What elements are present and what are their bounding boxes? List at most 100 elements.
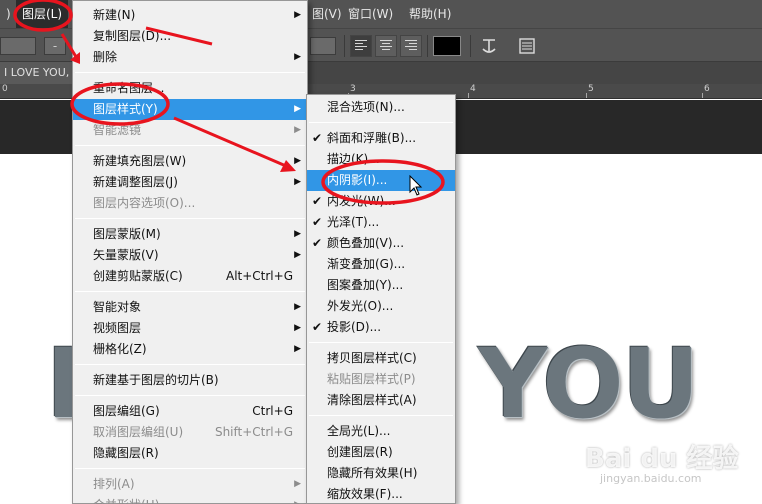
submenu-arrow-icon: ▶ <box>294 52 301 62</box>
menu-separator <box>75 72 305 73</box>
check-icon: ✔ <box>312 215 323 229</box>
menu-item-shortcut: Ctrl+G <box>252 404 293 418</box>
menu-item[interactable]: 描边(K)... <box>307 149 455 170</box>
menu-item[interactable]: 删除 ▶ <box>73 47 307 68</box>
baidu-watermark: Bai du 经验 <box>585 444 739 474</box>
submenu-arrow-icon: ▶ <box>294 229 301 239</box>
menu-item-label: 新建(N) <box>93 8 136 22</box>
menu-item-label: 创建剪贴蒙版(C) <box>93 269 183 283</box>
check-icon: ✔ <box>312 236 323 250</box>
menu-item-label: 图层内容选项(O)... <box>93 196 196 210</box>
menu-item-label: 排列(A) <box>93 477 135 491</box>
menu-window[interactable]: 窗口(W) <box>342 0 399 28</box>
menu-item[interactable]: ✔ 光泽(T)... <box>307 212 455 233</box>
submenu-arrow-icon: ▶ <box>294 302 301 312</box>
menu-item[interactable]: 内阴影(I)... <box>307 170 455 191</box>
submenu-arrow-icon: ▶ <box>294 125 301 135</box>
menu-item-label: 隐藏图层(R) <box>93 446 159 460</box>
ruler-tick <box>468 93 469 98</box>
menu-item-label: 投影(D)... <box>327 320 382 334</box>
menu-item[interactable]: 全局光(L)... <box>307 421 455 442</box>
menu-item[interactable]: 缩放效果(F)... <box>307 484 455 504</box>
align-left-icon <box>355 40 367 52</box>
submenu-arrow-icon: ▶ <box>294 10 301 20</box>
menu-separator <box>75 218 305 219</box>
submenu-arrow-icon: ▶ <box>294 495 301 504</box>
menu-item[interactable]: 隐藏所有效果(H) <box>307 463 455 484</box>
align-right-icon <box>405 40 417 52</box>
align-right-button[interactable] <box>400 35 422 57</box>
ruler-tick <box>702 93 703 98</box>
menu-item-shortcut: Shift+Ctrl+G <box>214 425 293 439</box>
font-family-field[interactable] <box>0 37 36 55</box>
menu-item-label: 渐变叠加(G)... <box>327 257 406 271</box>
character-panel-icon[interactable] <box>516 35 538 57</box>
menu-item[interactable]: 矢量蒙版(V) ▶ <box>73 245 307 266</box>
menu-item[interactable]: 新建基于图层的切片(B) <box>73 370 307 391</box>
menu-item[interactable]: 清除图层样式(A) <box>307 390 455 411</box>
align-center-icon <box>380 40 392 52</box>
menu-item[interactable]: 拷贝图层样式(C) <box>307 348 455 369</box>
ruler-number: 5 <box>588 84 594 94</box>
font-style-field[interactable]: - <box>44 37 66 55</box>
menu-item[interactable]: 图层样式(Y) ▶ <box>73 99 307 120</box>
menu-item[interactable]: 隐藏图层(R) <box>73 443 307 464</box>
ruler-tick <box>586 93 587 98</box>
document-tab[interactable]: I LOVE YOU, <box>0 62 72 84</box>
menu-item-label: 拷贝图层样式(C) <box>327 351 417 365</box>
menu-item-label: 描边(K)... <box>327 152 380 166</box>
ruler-number: 4 <box>470 84 476 94</box>
menu-item[interactable]: 新建调整图层(J) ▶ <box>73 172 307 193</box>
menu-item[interactable]: ✔ 投影(D)... <box>307 317 455 338</box>
align-left-button[interactable] <box>350 35 372 57</box>
menu-item-label: 颜色叠加(V)... <box>327 236 405 250</box>
submenu-arrow-icon: ▶ <box>294 344 301 354</box>
menu-item[interactable]: 渐变叠加(G)... <box>307 254 455 275</box>
menu-item-label: 新建填充图层(W) <box>93 154 187 168</box>
warp-text-icon[interactable] <box>478 35 500 57</box>
options-separator <box>427 35 428 57</box>
menu-item[interactable]: 图层蒙版(M) ▶ <box>73 224 307 245</box>
ruler-number: 6 <box>704 84 710 94</box>
menu-help[interactable]: 帮助(H) <box>403 0 457 28</box>
menu-item[interactable]: 复制图层(D)... <box>73 26 307 47</box>
align-center-button[interactable] <box>375 35 397 57</box>
menu-item[interactable]: 重命名图层... <box>73 78 307 99</box>
menu-layer[interactable]: 图层(L) <box>16 0 69 28</box>
menu-item[interactable]: 混合选项(N)... <box>307 97 455 118</box>
menu-item[interactable]: 外发光(O)... <box>307 296 455 317</box>
menu-separator <box>75 291 305 292</box>
menu-item[interactable]: 新建填充图层(W) ▶ <box>73 151 307 172</box>
submenu-arrow-icon: ▶ <box>294 479 301 489</box>
menu-item[interactable]: 智能对象 ▶ <box>73 297 307 318</box>
anti-alias-select[interactable] <box>310 37 336 55</box>
submenu-arrow-icon: ▶ <box>294 156 301 166</box>
menu-item-label: 取消图层编组(U) <box>93 425 184 439</box>
ruler-number: 3 <box>350 84 356 94</box>
menu-item[interactable]: 创建图层(R) <box>307 442 455 463</box>
menu-item: 智能滤镜 ▶ <box>73 120 307 141</box>
menu-item[interactable]: 栅格化(Z) ▶ <box>73 339 307 360</box>
menu-item[interactable]: ✔ 斜面和浮雕(B)... <box>307 128 455 149</box>
menu-item-shortcut: Alt+Ctrl+G <box>225 269 293 283</box>
check-icon: ✔ <box>312 131 323 145</box>
menu-item-label: 视频图层 <box>93 321 142 335</box>
canvas-text-left: I <box>46 338 74 430</box>
menu-separator <box>75 468 305 469</box>
menu-item: 图层内容选项(O)... <box>73 193 307 214</box>
menu-item[interactable]: 创建剪贴蒙版(C) Alt+Ctrl+G <box>73 266 307 287</box>
menu-item[interactable]: ✔ 内发光(W)... <box>307 191 455 212</box>
menu-item[interactable]: 新建(N) ▶ <box>73 5 307 26</box>
menu-separator <box>309 122 453 123</box>
menu-item[interactable]: 视频图层 ▶ <box>73 318 307 339</box>
menu-item[interactable]: 图层编组(G) Ctrl+G <box>73 401 307 422</box>
check-icon: ✔ <box>312 320 323 334</box>
menu-item-label: 栅格化(Z) <box>93 342 147 356</box>
menu-item[interactable]: ✔ 颜色叠加(V)... <box>307 233 455 254</box>
menu-fragment-left[interactable]: ) <box>0 0 17 28</box>
menu-item-label: 重命名图层... <box>93 81 165 95</box>
menu-item[interactable]: 图案叠加(Y)... <box>307 275 455 296</box>
text-color-swatch[interactable] <box>433 36 461 56</box>
menu-item-label: 光泽(T)... <box>327 215 380 229</box>
menu-item-label: 图案叠加(Y)... <box>327 278 404 292</box>
